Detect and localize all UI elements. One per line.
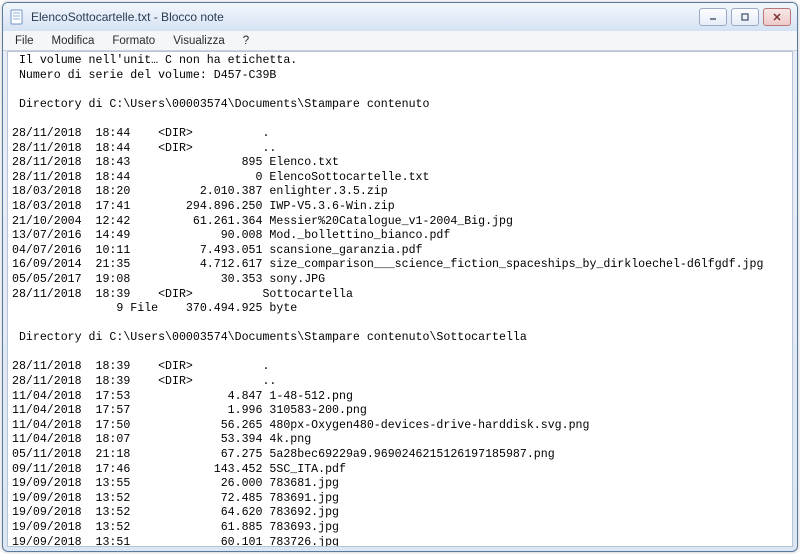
notepad-icon [9,9,25,25]
menu-file[interactable]: File [7,34,42,48]
menu-format[interactable]: Formato [104,34,163,48]
minimize-button[interactable] [699,8,727,26]
menubar: File Modifica Formato Visualizza ? [3,31,797,51]
close-button[interactable] [763,8,791,26]
window-title: ElencoSottocartelle.txt - Blocco note [31,10,699,24]
menu-edit[interactable]: Modifica [44,34,103,48]
window-controls [699,8,791,26]
menu-view[interactable]: Visualizza [165,34,233,48]
menu-help[interactable]: ? [235,34,257,48]
text-content[interactable]: Il volume nell'unit… C non ha etichetta.… [12,54,788,547]
notepad-window: ElencoSottocartelle.txt - Blocco note Fi… [2,2,798,552]
maximize-button[interactable] [731,8,759,26]
titlebar[interactable]: ElencoSottocartelle.txt - Blocco note [3,3,797,31]
text-area[interactable]: Il volume nell'unit… C non ha etichetta.… [7,51,793,547]
